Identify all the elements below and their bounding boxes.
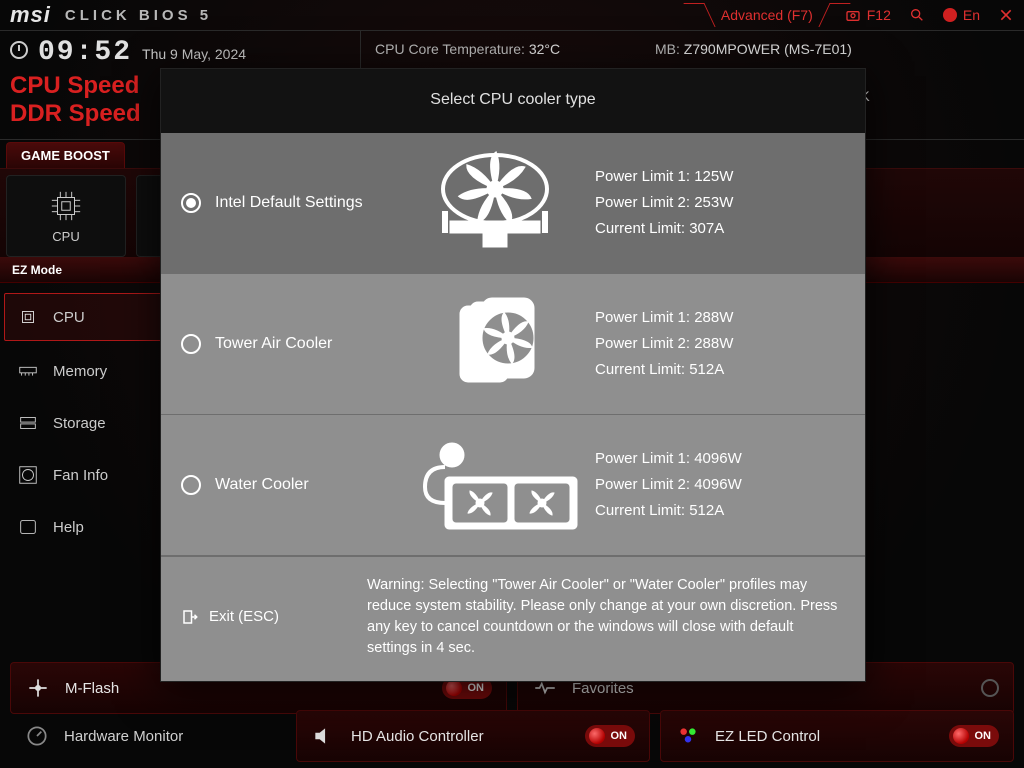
cooler-option-tower-air[interactable]: Tower Air Cooler — [161, 274, 865, 415]
close-button[interactable] — [998, 7, 1014, 23]
tower-cooler-icon — [395, 296, 595, 392]
product-name: CLICK BIOS 5 — [65, 7, 212, 24]
led-dot-icon — [953, 728, 969, 744]
brand-logo: msi — [10, 2, 51, 28]
exit-icon — [181, 608, 199, 626]
favorites-label: Favorites — [572, 680, 634, 697]
advanced-mode-button[interactable]: Advanced (F7) — [707, 3, 827, 27]
cpu-card[interactable]: CPU — [6, 175, 126, 257]
cpu-cooler-modal: Select CPU cooler type Intel Default Set… — [160, 68, 866, 682]
on-toggle[interactable]: ON — [949, 725, 1000, 747]
search-button[interactable] — [909, 7, 925, 23]
ez-led-button[interactable]: EZ LED Control ON — [660, 710, 1014, 762]
option-spec: Power Limit 2: 4096W — [595, 472, 742, 498]
audio-label: HD Audio Controller — [351, 728, 484, 745]
cooler-option-intel-default[interactable]: Intel Default Settings — [161, 133, 865, 274]
close-icon — [998, 7, 1014, 23]
radio-icon — [181, 475, 201, 495]
fan-icon — [17, 464, 39, 486]
flash-icon — [25, 675, 51, 701]
radio-icon — [181, 334, 201, 354]
hotkey-icon — [17, 516, 39, 538]
memory-stick-icon — [17, 360, 39, 382]
mflash-label: M-Flash — [65, 680, 119, 697]
rgb-led-icon — [675, 723, 701, 749]
clock-date: Thu 9 May, 2024 — [142, 46, 246, 62]
audio-controller-button[interactable]: HD Audio Controller ON — [296, 710, 650, 762]
speaker-icon — [311, 723, 337, 749]
top-bar: msi CLICK BIOS 5 Advanced (F7) F12 En — [0, 0, 1024, 30]
search-icon — [909, 7, 925, 23]
led-dot-icon — [589, 728, 605, 744]
ezled-label: EZ LED Control — [715, 728, 820, 745]
option-spec: Power Limit 1: 125W — [595, 164, 733, 190]
option-label: Water Cooler — [215, 476, 395, 494]
exit-label: Exit (ESC) — [209, 608, 279, 625]
sidebar-item-label: Help — [53, 519, 84, 536]
led-dot-icon — [446, 680, 462, 696]
option-spec: Current Limit: 307A — [595, 216, 733, 242]
off-toggle[interactable] — [981, 679, 999, 697]
radio-selected-icon — [181, 193, 201, 213]
screenshot-button[interactable]: F12 — [845, 7, 891, 23]
sidebar-item-label: Fan Info — [53, 467, 108, 484]
globe-icon — [943, 8, 957, 22]
boxed-cooler-icon — [395, 151, 595, 255]
storage-icon — [17, 412, 39, 434]
modal-warning: Warning: Selecting "Tower Air Cooler" or… — [367, 575, 845, 659]
option-spec: Power Limit 2: 253W — [595, 190, 733, 216]
option-spec: Power Limit 1: 4096W — [595, 446, 742, 472]
option-label: Tower Air Cooler — [215, 335, 395, 353]
cpu-card-label: CPU — [52, 229, 79, 244]
sidebar-item-label: Memory — [53, 363, 107, 380]
gauge-icon — [24, 723, 50, 749]
option-spec: Current Limit: 512A — [595, 498, 742, 524]
game-boost-tab[interactable]: GAME BOOST — [6, 142, 125, 168]
sidebar-item-cpu[interactable]: CPU — [4, 293, 186, 341]
water-cooler-icon — [395, 437, 595, 533]
clock-time: 09:52 — [38, 37, 132, 68]
option-spec: Power Limit 2: 288W — [595, 331, 733, 357]
sidebar-item-label: Storage — [53, 415, 106, 432]
on-toggle[interactable]: ON — [585, 725, 636, 747]
cpu-icon — [17, 306, 39, 328]
cooler-option-water[interactable]: Water Cooler — [161, 415, 865, 556]
sidebar-item-label: CPU — [53, 309, 85, 326]
hwmon-label: Hardware Monitor — [64, 728, 183, 745]
hardware-monitor-button[interactable]: Hardware Monitor — [10, 710, 286, 762]
language-button[interactable]: En — [943, 7, 980, 23]
bottom-bar-2: Hardware Monitor HD Audio Controller ON … — [10, 710, 1014, 762]
option-spec: Current Limit: 512A — [595, 357, 733, 383]
option-label: Intel Default Settings — [215, 194, 395, 212]
cpu-chip-icon — [49, 189, 83, 223]
exit-button[interactable]: Exit (ESC) — [181, 575, 341, 659]
option-spec: Power Limit 1: 288W — [595, 305, 733, 331]
modal-title: Select CPU cooler type — [161, 69, 865, 133]
clock-icon — [10, 41, 28, 59]
